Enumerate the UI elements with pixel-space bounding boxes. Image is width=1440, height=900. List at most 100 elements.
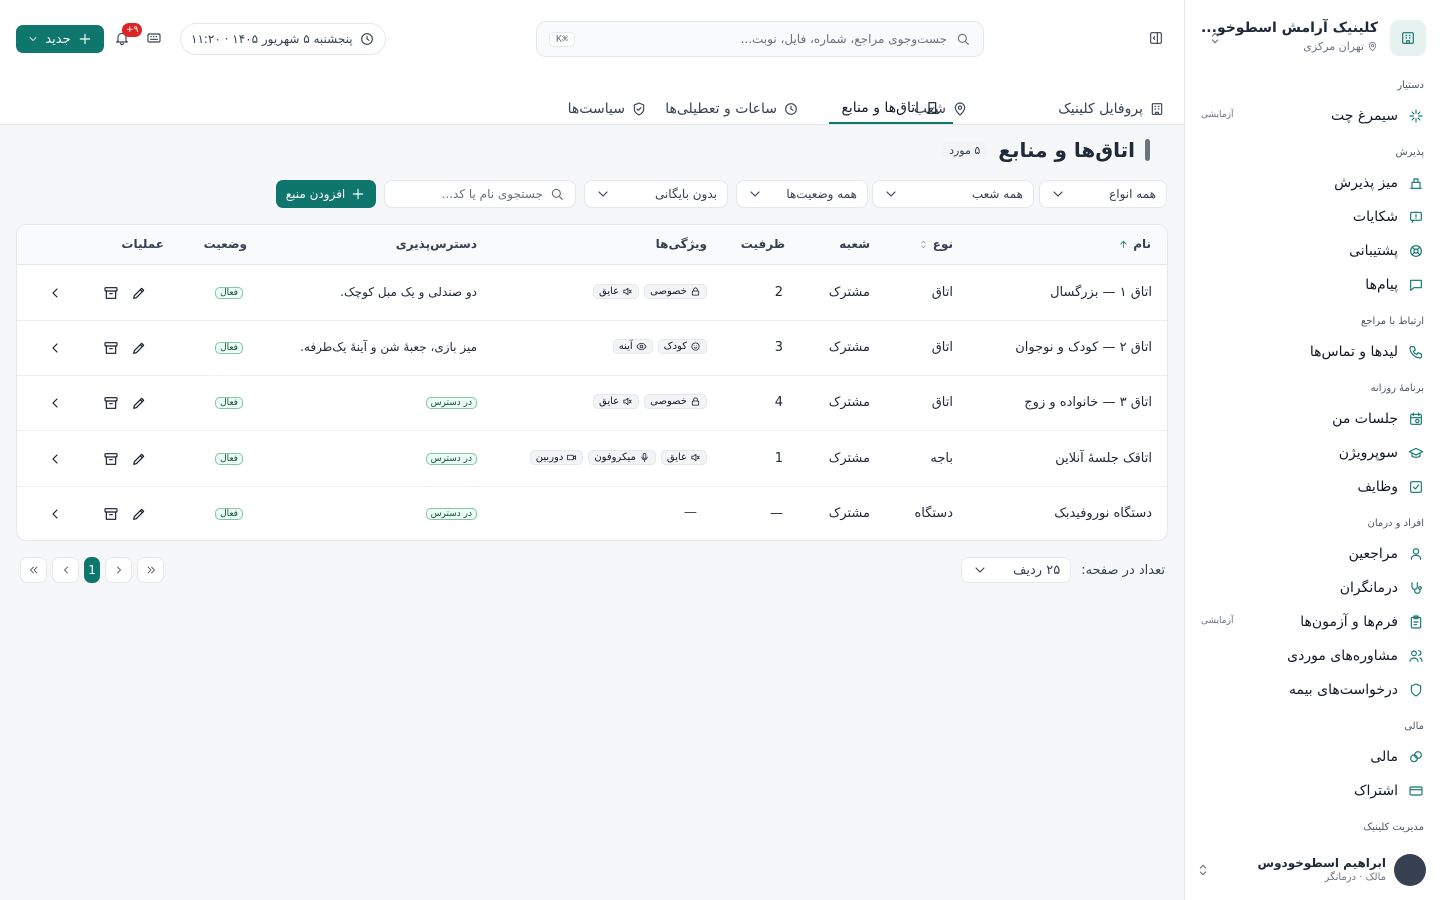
tab-clinic-profile[interactable]: پروفایل کلینیک xyxy=(1058,93,1165,124)
edit-button[interactable] xyxy=(131,506,147,526)
tab-hours-holidays[interactable]: ساعات و تعطیلی‌ها xyxy=(665,93,799,124)
feature-tag: میکروفون xyxy=(588,450,656,465)
sort-icon xyxy=(918,239,929,250)
user-name: ابراهیم اسطوخودوس xyxy=(1257,856,1386,870)
resource-access: دو صندلی و یک مبل کوچک. xyxy=(340,285,477,299)
user-role: مالک · درمانگر xyxy=(1324,872,1386,883)
table-row[interactable]: دستگاه نوروفیدبک دستگاه مشترک — — در دسترس فعا… xyxy=(17,487,1167,540)
map-pin-icon xyxy=(1367,41,1378,52)
rows-per-page-select[interactable]: ۲۵ ردیف xyxy=(961,557,1072,583)
door-icon xyxy=(925,100,941,116)
rows-per-page-label: تعداد در صفحه: xyxy=(1081,562,1165,578)
open-row-button[interactable] xyxy=(47,340,63,360)
filter-archive-value: بدون بایگانی xyxy=(654,187,717,201)
sidebar-item[interactable]: اشتراک xyxy=(1201,779,1424,803)
chevron-left-icon xyxy=(47,451,63,467)
archive-button[interactable] xyxy=(103,395,119,415)
sidebar-item[interactable]: سوپرویژن xyxy=(1201,441,1424,465)
chevrons-up-down-icon[interactable] xyxy=(1195,862,1211,878)
coins-icon xyxy=(1408,749,1424,765)
sidebar-item[interactable]: درخواست‌های بیمه xyxy=(1201,678,1424,702)
sidebar-item-label: فرم‌ها و آزمون‌ها xyxy=(1300,614,1398,630)
table-row[interactable]: اتاق ۳ — خانواده و زوج اتاق مشترک 4 خصوصی عای… xyxy=(17,376,1167,431)
chevrons-up-down-icon[interactable] xyxy=(1207,30,1223,46)
edit-button[interactable] xyxy=(131,285,147,305)
sidebar-item[interactable]: مراجعین xyxy=(1201,542,1424,566)
archive-button[interactable] xyxy=(103,506,119,526)
global-search-input[interactable]: جست‌وجوی مراجع، شماره، فایل، نوبت... ⌘K xyxy=(536,21,984,57)
rows-per-page: تعداد در صفحه: ۲۵ ردیف xyxy=(961,557,1165,583)
edit-button[interactable] xyxy=(131,451,147,471)
sidebar-item[interactable]: فرم‌ها و آزمون‌ها آزمایشی xyxy=(1201,610,1424,634)
page-number-button[interactable]: 1 xyxy=(84,557,100,583)
sidebar-section-title: پذیرش xyxy=(1395,147,1424,158)
sidebar-item-label: سوپرویژن xyxy=(1338,445,1398,461)
lifebuoy-icon xyxy=(1408,243,1424,259)
column-header-type[interactable]: نوع xyxy=(918,237,953,251)
next-page-button[interactable] xyxy=(52,557,79,583)
sidebar-item[interactable]: میز پذیرش xyxy=(1201,171,1424,195)
clinic-switcher[interactable]: کلینیک آرامش اسطوخو... تهران مرکزی xyxy=(1199,18,1426,60)
sidebar-toggle-icon[interactable] xyxy=(1148,30,1164,46)
table-row[interactable]: اتاق ۲ — کودک و نوجوان اتاق مشترک 3 کودک آینه… xyxy=(17,321,1167,376)
building-icon xyxy=(1149,101,1165,117)
sidebar-item[interactable]: مشاوره‌های موردی xyxy=(1201,644,1424,668)
filter-type-select[interactable]: همه انواع xyxy=(1039,180,1167,208)
resource-search-input[interactable]: جستجوی نام یا کد... xyxy=(384,180,576,208)
add-resource-button[interactable]: افزودن منبع xyxy=(276,180,376,208)
archive-icon xyxy=(103,506,119,522)
filter-branch-select[interactable]: همه شعب xyxy=(872,180,1034,208)
sidebar-section-title: دستیار xyxy=(1397,80,1424,91)
sidebar-item[interactable]: پیام‌ها xyxy=(1201,273,1424,297)
resource-name: اتاق ۲ — کودک و نوجوان xyxy=(1015,340,1152,355)
tab-rooms-resources[interactable]: اتاق‌ها و منابع xyxy=(829,93,953,124)
clinic-name: کلینیک آرامش اسطوخو... xyxy=(1200,20,1378,36)
prev-page-button[interactable] xyxy=(105,557,132,583)
table-row[interactable]: اتاقک جلسهٔ آنلاین باجه مشترک 1 عایق میکروفون… xyxy=(17,432,1167,487)
column-header-name[interactable]: نام xyxy=(1118,237,1151,251)
search-shortcut: ⌘K xyxy=(549,31,576,47)
status-badge: فعال xyxy=(215,342,243,354)
column-header-branch: شعبه xyxy=(839,237,870,251)
new-button[interactable]: جدید xyxy=(16,25,104,53)
message-icon xyxy=(1408,277,1424,293)
archive-button[interactable] xyxy=(103,451,119,471)
sidebar-item[interactable]: وظایف xyxy=(1201,475,1424,499)
sidebar-item[interactable]: سیمرغ چت آزمایشی xyxy=(1201,104,1424,128)
sidebar-item[interactable]: پشتیبانی xyxy=(1201,239,1424,263)
keyboard-icon[interactable] xyxy=(146,30,162,46)
last-page-button[interactable] xyxy=(20,557,47,583)
open-row-button[interactable] xyxy=(47,285,63,305)
item-count-badge: ۵ مورد xyxy=(941,141,989,159)
archive-button[interactable] xyxy=(103,340,119,360)
filter-archive-select[interactable]: بدون بایگانی xyxy=(584,180,728,208)
sidebar-item-label: وظایف xyxy=(1357,479,1398,495)
sidebar-item[interactable]: جلسات من xyxy=(1201,407,1424,431)
filter-status-select[interactable]: همه وضعیت‌ها xyxy=(736,180,868,208)
stethoscope-icon xyxy=(1408,580,1424,596)
sidebar-item[interactable]: مالی xyxy=(1201,745,1424,769)
open-row-button[interactable] xyxy=(47,395,63,415)
column-header-label: ظرفیت xyxy=(740,237,785,251)
sidebar-item-label: مراجعین xyxy=(1348,546,1398,562)
sidebar-item[interactable]: شکایات xyxy=(1201,205,1424,229)
tab-policies[interactable]: سیاست‌ها xyxy=(568,93,647,124)
archive-icon xyxy=(103,395,119,411)
archive-button[interactable] xyxy=(103,285,119,305)
table-row[interactable]: اتاق ۱ — بزرگسال اتاق مشترک 2 خصوصی عایق دو صن… xyxy=(17,266,1167,321)
open-row-button[interactable] xyxy=(47,506,63,526)
open-row-button[interactable] xyxy=(47,451,63,471)
resource-capacity: 3 xyxy=(774,340,783,355)
resource-features: خصوصی عایق xyxy=(593,284,707,299)
edit-button[interactable] xyxy=(131,340,147,360)
tab-label: ساعات و تعطیلی‌ها xyxy=(665,100,777,117)
user-menu[interactable]: ابراهیم اسطوخودوس مالک · درمانگر xyxy=(1195,854,1426,886)
edit-button[interactable] xyxy=(131,395,147,415)
desk-bell-icon xyxy=(1408,175,1424,191)
sidebar-item[interactable]: درمانگران xyxy=(1201,576,1424,600)
first-page-button[interactable] xyxy=(137,557,164,583)
feature-tag: دوربین xyxy=(529,450,584,465)
sidebar-item[interactable]: لیدها و تماس‌ها xyxy=(1201,340,1424,364)
sidebar-item-label: میز پذیرش xyxy=(1334,175,1398,191)
mic-icon xyxy=(639,452,650,463)
